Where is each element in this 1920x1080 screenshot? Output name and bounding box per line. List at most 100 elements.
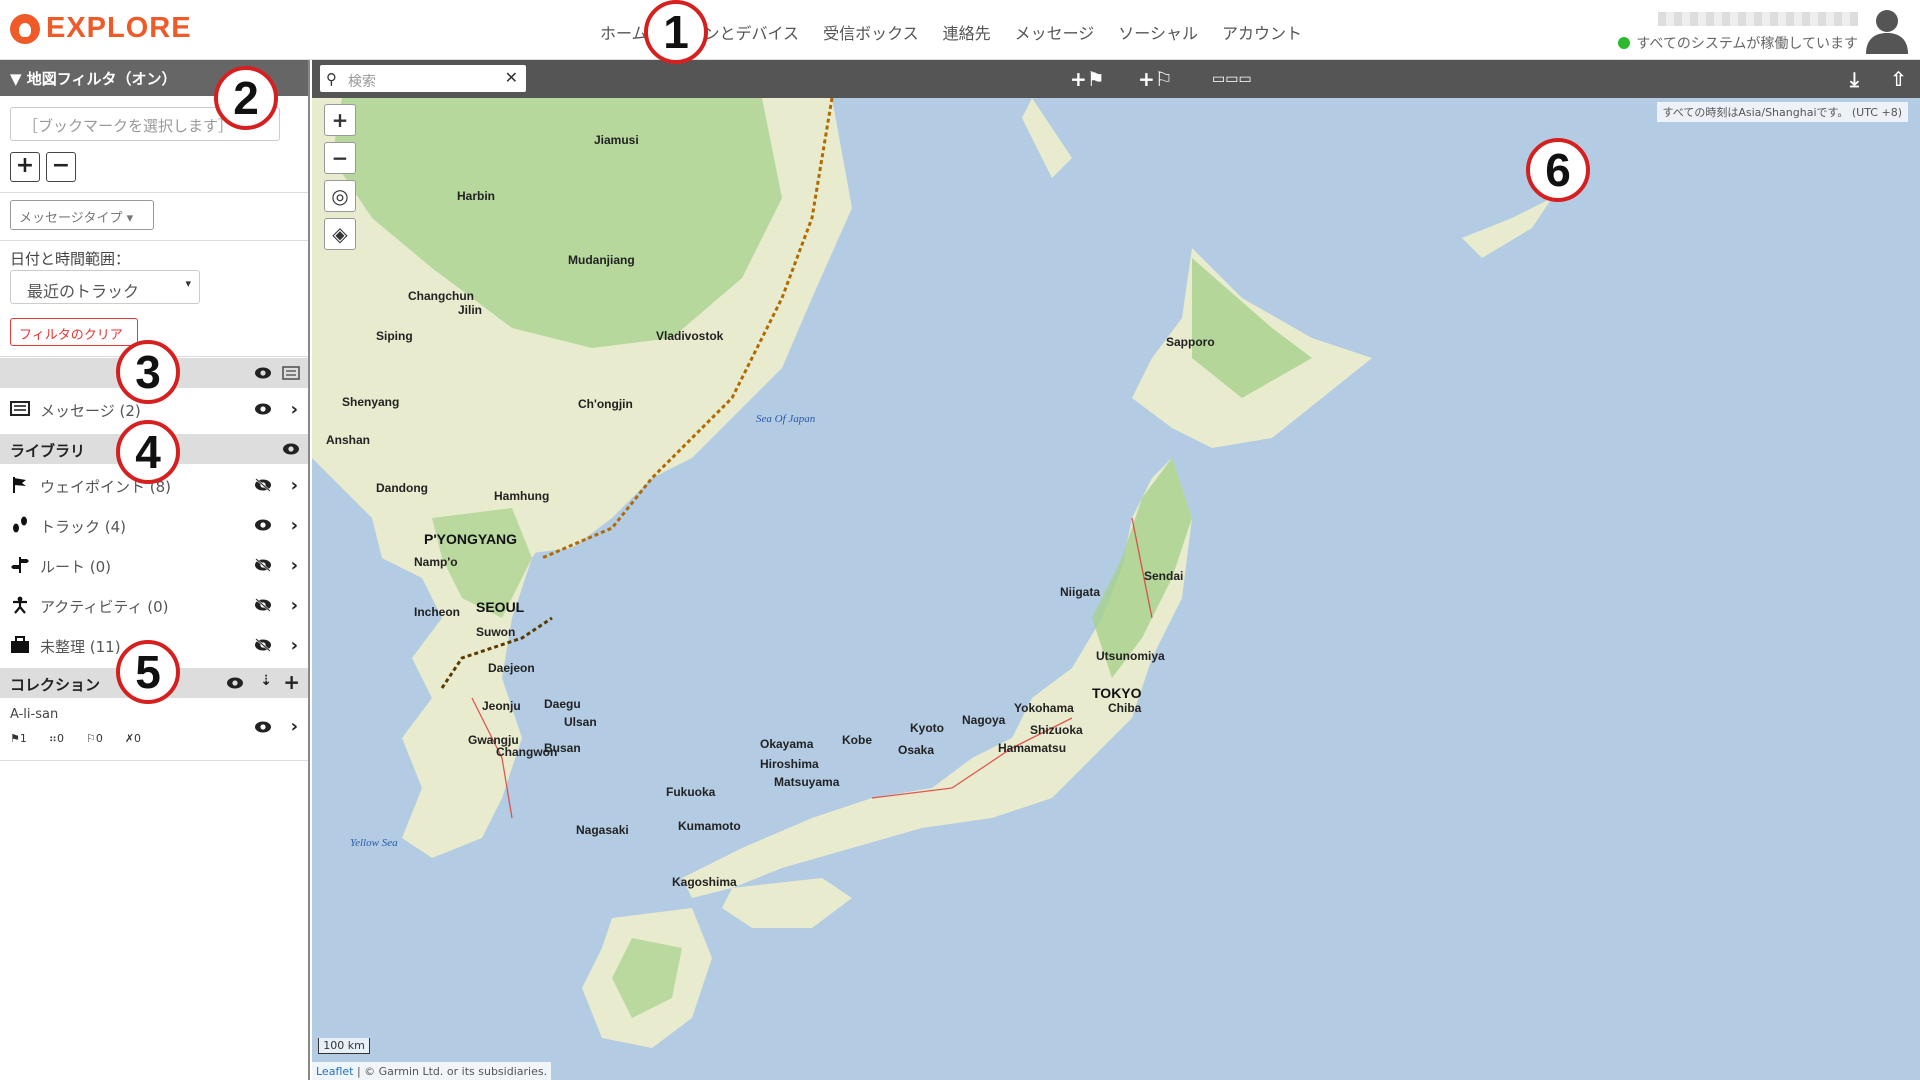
ruler-icon[interactable]: ▭▭▭: [1212, 71, 1252, 87]
city-label: Shenyang: [342, 395, 399, 409]
status-text: すべてのシステムが稼働しています: [1636, 36, 1858, 52]
library-item-tracks[interactable]: トラック (4) ›: [0, 506, 308, 544]
eye-icon[interactable]: [254, 518, 272, 532]
chevron-right-icon[interactable]: ›: [291, 399, 298, 420]
city-label: Suwon: [476, 625, 515, 639]
eye-icon[interactable]: [226, 676, 244, 690]
city-label: Namp'o: [414, 555, 458, 569]
layers-icon[interactable]: ◈: [324, 218, 356, 250]
city-label: Matsuyama: [774, 775, 840, 789]
map-attribution: Leaflet | © Garmin Ltd. or its subsidiar…: [312, 1062, 552, 1080]
collection-name: A-li-san: [10, 707, 59, 722]
eye-slash-icon[interactable]: [254, 638, 272, 652]
bookmark-placeholder: ［ブックマークを選択します］: [23, 117, 234, 135]
leaflet-link[interactable]: Leaflet: [316, 1065, 353, 1078]
collection-track-count: ⠶0: [48, 732, 64, 745]
nav-contacts[interactable]: 連絡先: [943, 20, 991, 44]
city-label: Jiamusi: [594, 133, 639, 147]
eye-icon[interactable]: [254, 366, 272, 380]
remove-bookmark-button[interactable]: −: [46, 152, 76, 182]
city-label: Daejeon: [488, 661, 535, 675]
eye-slash-icon[interactable]: [254, 558, 272, 572]
flag-icon: [13, 477, 26, 493]
city-label: Kyoto: [910, 721, 944, 735]
collection-item[interactable]: A-li-san ⚑1 ⠶0 ⚐0 ✗0 ›: [0, 700, 308, 758]
clear-search-icon[interactable]: ✕: [505, 68, 518, 87]
status-dot-icon: [1618, 37, 1631, 49]
nav-account[interactable]: アカウント: [1222, 20, 1302, 44]
clear-filter-button[interactable]: フィルタのクリア: [10, 318, 138, 346]
date-range-select[interactable]: 最近のトラック ▾: [10, 270, 200, 304]
routes-label: ルート (0): [40, 558, 112, 576]
annotation-badge-1: 1: [644, 0, 708, 64]
route-icon: [11, 557, 29, 573]
map-area[interactable]: Sea Of Japan Yellow Sea Jiamusi Harbin M…: [312, 60, 1920, 1080]
sort-icon[interactable]: ⇣: [260, 673, 272, 689]
city-label: Jeonju: [482, 699, 521, 713]
eye-icon[interactable]: [254, 402, 272, 416]
add-collection-icon[interactable]: +: [283, 670, 300, 694]
eye-icon[interactable]: [282, 442, 300, 456]
chevron-right-icon[interactable]: ›: [291, 515, 298, 536]
zoom-out-button[interactable]: −: [324, 142, 356, 174]
city-label: Sendai: [1144, 569, 1183, 583]
city-label: Hamhung: [494, 489, 549, 503]
date-range-label: 日付と時間範囲：: [10, 250, 131, 268]
city-label: Changwon: [496, 745, 557, 759]
city-label: Vladivostok: [656, 329, 724, 343]
explore-logo[interactable]: EXPLORE: [10, 12, 192, 45]
nav-messages[interactable]: メッセージ: [1015, 20, 1095, 44]
unsorted-label: 未整理 (11): [40, 638, 121, 656]
add-bookmark-button[interactable]: +: [10, 152, 40, 182]
chevron-right-icon[interactable]: ›: [291, 716, 298, 737]
divider: [0, 240, 308, 241]
annotation-badge-5: 5: [116, 640, 180, 704]
city-label: Osaka: [898, 743, 934, 757]
map-search[interactable]: ⚲ 検索 ✕: [320, 65, 526, 92]
city-label: P'YONGYANG: [424, 531, 517, 547]
message-type-dropdown[interactable]: メッセージタイプ ▾: [10, 200, 154, 230]
library-item-activities[interactable]: アクティビティ (0) ›: [0, 586, 308, 624]
map-toolbar: ⚲ 検索 ✕ +⚑ +⚐ ▭▭▭ ⤓ ⇧: [312, 60, 1920, 98]
nav-social[interactable]: ソーシャル: [1118, 20, 1198, 44]
eye-icon[interactable]: [254, 720, 272, 734]
add-waypoint-icon[interactable]: +⚑: [1070, 67, 1105, 91]
city-label: Mudanjiang: [568, 253, 635, 267]
city-label: Jilin: [458, 303, 482, 317]
message-icon: [10, 401, 30, 416]
map-tiles[interactable]: Sea Of Japan Yellow Sea Jiamusi Harbin M…: [312, 98, 1920, 1080]
add-route-icon[interactable]: +⚐: [1138, 67, 1173, 91]
city-label: Okayama: [760, 737, 814, 751]
eye-slash-icon[interactable]: [254, 598, 272, 612]
avatar-icon[interactable]: [1864, 6, 1910, 54]
city-label: Harbin: [457, 189, 495, 203]
locate-icon[interactable]: ◎: [324, 180, 356, 212]
download-icon[interactable]: ⤓: [1850, 67, 1859, 91]
eye-slash-icon[interactable]: [254, 478, 272, 492]
chevron-right-icon[interactable]: ›: [291, 635, 298, 656]
city-label: Hiroshima: [760, 757, 819, 771]
collection-counts: ⚑1 ⠶0 ⚐0 ✗0: [10, 732, 141, 745]
briefcase-icon: [11, 636, 29, 653]
flame-icon: [10, 13, 40, 44]
library-item-routes[interactable]: ルート (0) ›: [0, 546, 308, 584]
city-label: Ch'ongjin: [578, 397, 633, 411]
library-title: ライブラリ: [10, 442, 86, 460]
search-input[interactable]: 検索: [348, 71, 376, 91]
zoom-in-button[interactable]: +: [324, 104, 356, 136]
share-icon[interactable]: ⇧: [1890, 67, 1907, 91]
system-status: すべてのシステムが稼働しています: [1618, 33, 1858, 53]
city-label: Utsunomiya: [1096, 649, 1165, 663]
city-label: Incheon: [414, 605, 460, 619]
footsteps-icon: ⠶: [48, 732, 57, 745]
nav-inbox[interactable]: 受信ボックス: [823, 20, 919, 44]
nav-home[interactable]: ホーム: [600, 20, 648, 44]
chevron-right-icon[interactable]: ›: [291, 475, 298, 496]
chevron-right-icon[interactable]: ›: [291, 595, 298, 616]
city-label: Kagoshima: [672, 875, 737, 889]
chevron-right-icon[interactable]: ›: [291, 555, 298, 576]
city-label: Changchun: [408, 289, 474, 303]
flag-icon: ⚑: [10, 732, 20, 745]
message-list-icon[interactable]: [282, 366, 300, 380]
city-label: Kumamoto: [678, 819, 741, 833]
